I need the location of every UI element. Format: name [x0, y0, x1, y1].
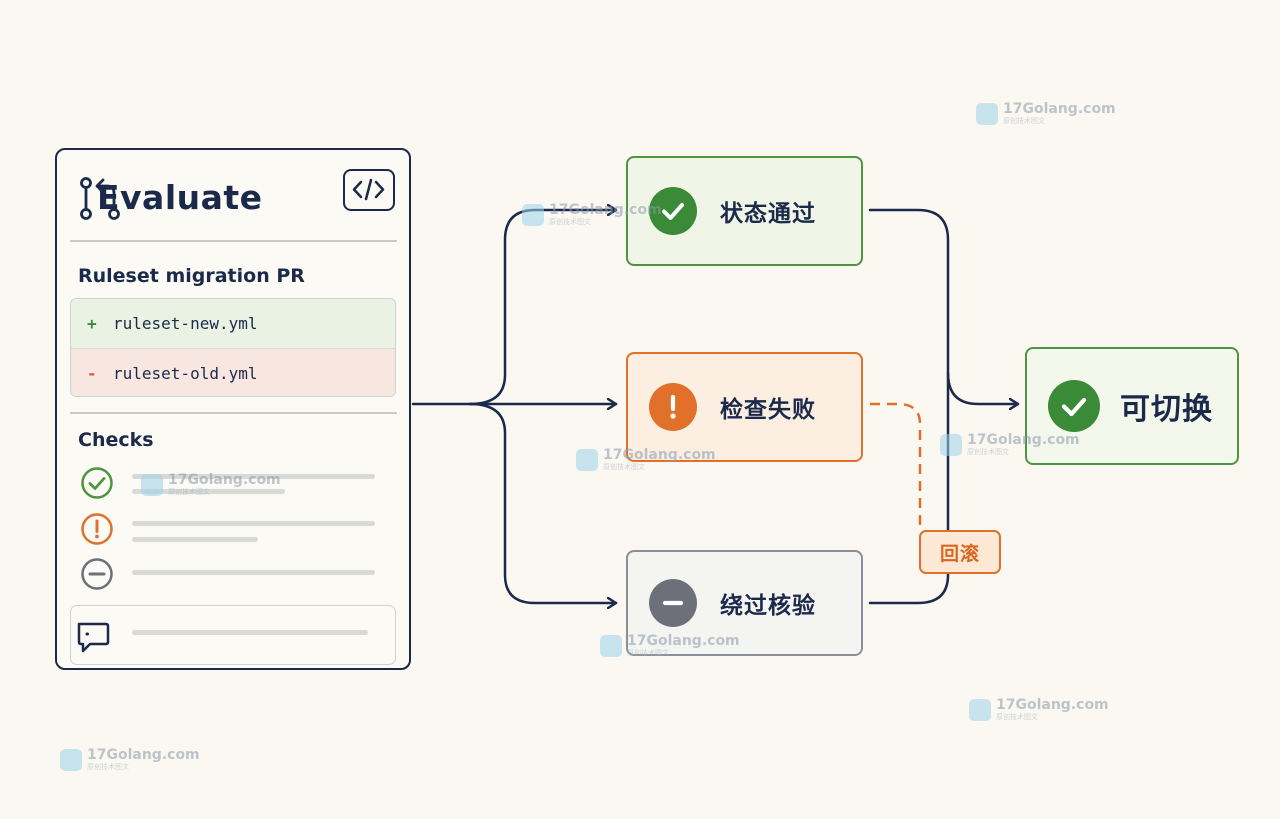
comment-icon: [77, 622, 110, 653]
comment-line: [132, 630, 368, 635]
rollback-badge[interactable]: 回滚: [919, 530, 1001, 574]
bypass-check-label: 绕过核验: [720, 593, 816, 619]
watermark: 17Golang.com 原创技术图文: [969, 698, 1109, 721]
evaluate-card: [55, 148, 411, 670]
minus-circle-icon: [81, 558, 113, 590]
comment-box[interactable]: [70, 605, 396, 665]
check-line: [132, 570, 375, 575]
watermark-logo-icon: [600, 634, 622, 657]
divider: [70, 240, 397, 242]
watermark-logo-icon: [576, 448, 598, 471]
diff-sign: +: [87, 314, 97, 333]
arrow-to-bypass: [468, 402, 618, 603]
check-line: [132, 537, 258, 542]
check-line: [132, 521, 375, 526]
switchable-label: 可切换: [1120, 392, 1213, 427]
diff-sign: -: [87, 364, 97, 383]
alert-circle-icon: [649, 383, 697, 431]
watermark-logo-icon: [976, 102, 998, 125]
watermark-logo-icon: [60, 748, 82, 771]
watermark: 17Golang.com 原创技术图文: [976, 102, 1116, 125]
divider: [70, 412, 397, 414]
watermark: 17Golang.com 原创技术图文: [522, 203, 662, 226]
check-failed-label: 检查失败: [720, 397, 816, 423]
watermark-logo-icon: [522, 203, 544, 226]
watermark: 17Golang.com 原创技术图文: [600, 634, 740, 657]
check-circle-icon: [81, 467, 113, 499]
watermark: 17Golang.com 原创技术图文: [576, 448, 716, 471]
watermark-logo-icon: [141, 473, 163, 496]
rollback-dashed-line: [870, 402, 922, 528]
minus-circle-icon: [649, 579, 697, 627]
pr-title: Ruleset migration PR: [78, 265, 305, 287]
arrow-to-pass: [468, 210, 618, 406]
code-icon: [352, 178, 385, 201]
view-code-button[interactable]: [343, 169, 395, 211]
diff-file-name: ruleset-old.yml: [113, 364, 258, 383]
arrow-to-result: [946, 371, 1020, 404]
card-title: Evaluate: [97, 178, 263, 217]
watermark-logo-icon: [969, 698, 991, 721]
watermark: 17Golang.com 原创技术图文: [141, 473, 281, 496]
watermark-logo-icon: [940, 433, 962, 456]
check-failed-box[interactable]: 检查失败: [626, 352, 863, 462]
diff-row-added[interactable]: + ruleset-new.yml: [71, 299, 395, 349]
watermark: 17Golang.com 原创技术图文: [60, 748, 200, 771]
checks-label: Checks: [78, 429, 154, 451]
diff-file-name: ruleset-new.yml: [113, 314, 258, 333]
diff-row-removed[interactable]: - ruleset-old.yml: [71, 349, 395, 396]
status-passed-label: 状态通过: [720, 201, 816, 227]
file-diff: + ruleset-new.yml - ruleset-old.yml: [70, 298, 396, 397]
check-circle-icon: [1048, 380, 1100, 432]
alert-circle-icon: [81, 513, 113, 545]
watermark: 17Golang.com 原创技术图文: [940, 433, 1080, 456]
